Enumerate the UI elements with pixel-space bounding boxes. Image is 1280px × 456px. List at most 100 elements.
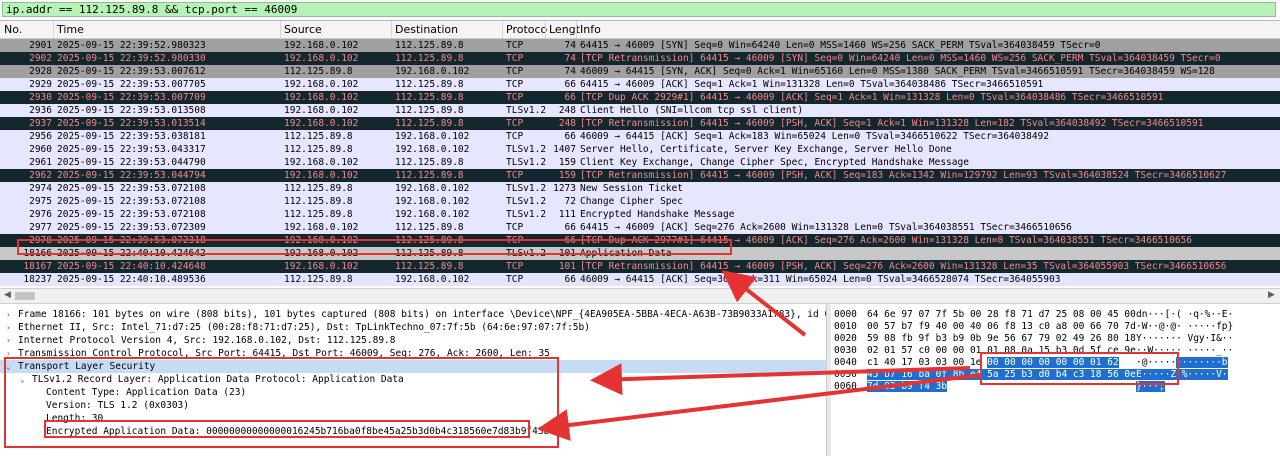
packet-row[interactable]: 2962 2025-09-15 22:39:53.044794 192.168.0.… xyxy=(0,169,1280,182)
col-header-time[interactable]: Time xyxy=(57,23,84,36)
hex-offset: 0000 xyxy=(834,309,857,320)
packet-proto: TCP xyxy=(506,118,524,129)
packet-row[interactable]: 2902 2025-09-15 22:39:52.980330 192.168.0.… xyxy=(0,52,1280,65)
packet-proto: TCP xyxy=(506,131,524,142)
packet-len: 74 xyxy=(564,40,576,51)
packet-no: 2956 xyxy=(29,131,52,142)
packet-time: 2025-09-15 22:39:53.072108 xyxy=(57,183,206,194)
packet-row[interactable]: 2956 2025-09-15 22:39:53.038181 112.125.89… xyxy=(0,130,1280,143)
hex-line[interactable]: 0000 64 6e 97 07 7f 5b 00 28 f8 71 d7 25 … xyxy=(831,309,1280,321)
packet-proto: TCP xyxy=(506,222,524,233)
packet-time: 2025-09-15 22:40:10.424648 xyxy=(57,261,206,272)
packet-len: 66 xyxy=(564,274,576,285)
packet-time: 2025-09-15 22:39:52.980323 xyxy=(57,40,206,51)
packet-src: 112.125.89.8 xyxy=(284,66,353,77)
detail-tree-item[interactable]: › Frame 18166: 101 bytes on wire (808 bit… xyxy=(0,308,830,321)
col-header-protocol[interactable]: Protoco xyxy=(506,23,547,36)
packet-time: 2025-09-15 22:39:53.007612 xyxy=(57,66,206,77)
hex-line[interactable]: 0010 00 57 b7 f9 40 00 40 06 f8 13 c0 a8 … xyxy=(831,321,1280,333)
packet-row[interactable]: 2936 2025-09-15 22:39:53.013508 192.168.0.… xyxy=(0,104,1280,117)
packet-dst: 112.125.89.8 xyxy=(395,92,464,103)
packet-no: 2901 xyxy=(29,40,52,51)
col-header-info[interactable]: Info xyxy=(580,23,601,36)
packet-src: 112.125.89.8 xyxy=(284,196,353,207)
expand-toggle-icon[interactable]: › xyxy=(6,321,11,334)
packet-len: 66 xyxy=(564,131,576,142)
packet-no: 2976 xyxy=(29,209,52,220)
packet-info: Encrypted Handshake Message xyxy=(580,209,735,220)
packet-no: 2961 xyxy=(29,157,52,168)
col-header-no[interactable]: No. xyxy=(4,23,22,36)
scroll-left-icon[interactable]: ◀ xyxy=(4,290,11,300)
packet-src: 112.125.89.8 xyxy=(284,183,353,194)
packet-src: 112.125.89.8 xyxy=(284,209,353,220)
packet-src: 192.168.0.102 xyxy=(284,118,359,129)
packet-dst: 192.168.0.102 xyxy=(395,131,470,142)
packet-info: 46009 → 64415 [ACK] Seq=300 Ack=311 Win=… xyxy=(580,274,1061,285)
packet-time: 2025-09-15 22:39:53.007709 xyxy=(57,92,206,103)
packet-len: 111 xyxy=(558,209,576,220)
display-filter-input[interactable]: ip.addr == 112.125.89.8 && tcp.port == 4… xyxy=(2,2,1276,17)
packet-row[interactable]: 2961 2025-09-15 22:39:53.044790 192.168.0.… xyxy=(0,156,1280,169)
packet-time: 2025-09-15 22:39:53.038181 xyxy=(57,131,206,142)
packet-dst: 112.125.89.8 xyxy=(395,105,464,116)
annotation-box-selected-packet xyxy=(17,239,732,255)
scroll-right-icon[interactable]: ▶ xyxy=(1268,290,1275,300)
hex-offset: 0010 xyxy=(834,321,857,332)
packet-proto: TCP xyxy=(506,66,524,77)
packet-proto: TCP xyxy=(506,92,524,103)
packet-dst: 112.125.89.8 xyxy=(395,222,464,233)
detail-tree-item[interactable]: › Ethernet II, Src: Intel_71:d7:25 (00:28… xyxy=(0,321,826,334)
packet-time: 2025-09-15 22:39:53.043317 xyxy=(57,144,206,155)
packet-info: Change Cipher Spec xyxy=(580,196,683,207)
packet-src: 192.168.0.102 xyxy=(284,53,359,64)
detail-text: Internet Protocol Version 4, Src: 192.16… xyxy=(18,335,396,346)
packet-info: 46009 → 64415 [ACK] Seq=1 Ack=183 Win=65… xyxy=(580,131,1049,142)
packet-row[interactable]: 2929 2025-09-15 22:39:53.007705 192.168.0.… xyxy=(0,78,1280,91)
packet-len: 72 xyxy=(564,196,576,207)
detail-tree-item[interactable]: › Internet Protocol Version 4, Src: 192.1… xyxy=(0,334,826,347)
packet-no: 18237 xyxy=(23,274,52,285)
packet-no: 2962 xyxy=(29,170,52,181)
expand-toggle-icon[interactable]: › xyxy=(6,308,11,321)
horizontal-scrollbar[interactable]: ◀ ▶ xyxy=(0,288,1280,304)
packet-len: 74 xyxy=(564,66,576,77)
packet-dst: 192.168.0.102 xyxy=(395,209,470,220)
packet-row[interactable]: 2937 2025-09-15 22:39:53.013514 192.168.0.… xyxy=(0,117,1280,130)
packet-src: 192.168.0.102 xyxy=(284,261,359,272)
packet-info: [TCP Retransmission] 64415 → 46009 [SYN]… xyxy=(580,53,1221,64)
packet-no: 2928 xyxy=(29,66,52,77)
packet-len: 66 xyxy=(564,222,576,233)
scroll-thumb[interactable] xyxy=(15,292,35,300)
hex-bytes: c1 40 17 03 03 00 1e xyxy=(867,357,988,368)
expand-toggle-icon[interactable]: › xyxy=(6,334,11,347)
packet-row[interactable]: 18167 2025-09-15 22:40:10.424648 192.168.0… xyxy=(0,260,1280,273)
packet-row[interactable]: 2976 2025-09-15 22:39:53.072108 112.125.89… xyxy=(0,208,1280,221)
packet-row[interactable]: 2928 2025-09-15 22:39:53.007612 112.125.89… xyxy=(0,65,1280,78)
packet-src: 112.125.89.8 xyxy=(284,131,353,142)
packet-row[interactable]: 2975 2025-09-15 22:39:53.072108 112.125.89… xyxy=(0,195,1280,208)
packet-no: 2902 xyxy=(29,53,52,64)
packet-row[interactable]: 2901 2025-09-15 22:39:52.980323 192.168.0.… xyxy=(0,39,1280,52)
ascii-bytes: Y······· Vgy·I&·· xyxy=(1136,333,1234,344)
packet-info: Client Hello (SNI=llcom tcp ssl client) xyxy=(580,105,804,116)
col-header-destination[interactable]: Destination xyxy=(395,23,458,36)
packet-row[interactable]: 2977 2025-09-15 22:39:53.072309 192.168.0.… xyxy=(0,221,1280,234)
packet-len: 1407 xyxy=(553,144,576,155)
packet-row[interactable]: 2930 2025-09-15 22:39:53.007709 192.168.0.… xyxy=(0,91,1280,104)
packet-len: 248 xyxy=(558,105,576,116)
hex-bytes: 64 6e 97 07 7f 5b 00 28 f8 71 d7 25 08 0… xyxy=(867,309,1136,320)
packet-row[interactable]: 2974 2025-09-15 22:39:53.072108 112.125.89… xyxy=(0,182,1280,195)
packet-row[interactable]: 2960 2025-09-15 22:39:53.043317 112.125.89… xyxy=(0,143,1280,156)
packet-dst: 192.168.0.102 xyxy=(395,144,470,155)
packet-dst: 112.125.89.8 xyxy=(395,261,464,272)
packet-time: 2025-09-15 22:39:53.007705 xyxy=(57,79,206,90)
packet-dst: 192.168.0.102 xyxy=(395,66,470,77)
packet-proto: TCP xyxy=(506,274,524,285)
hex-line[interactable]: 0020 59 08 fb 9f b3 b9 0b 9e 56 67 79 02 … xyxy=(831,333,1280,345)
packet-row[interactable]: 18237 2025-09-15 22:40:10.489536 112.125.8… xyxy=(0,273,1280,286)
packet-no: 2960 xyxy=(29,144,52,155)
packet-no: 2974 xyxy=(29,183,52,194)
packet-src: 192.168.0.102 xyxy=(284,170,359,181)
col-header-source[interactable]: Source xyxy=(284,23,322,36)
